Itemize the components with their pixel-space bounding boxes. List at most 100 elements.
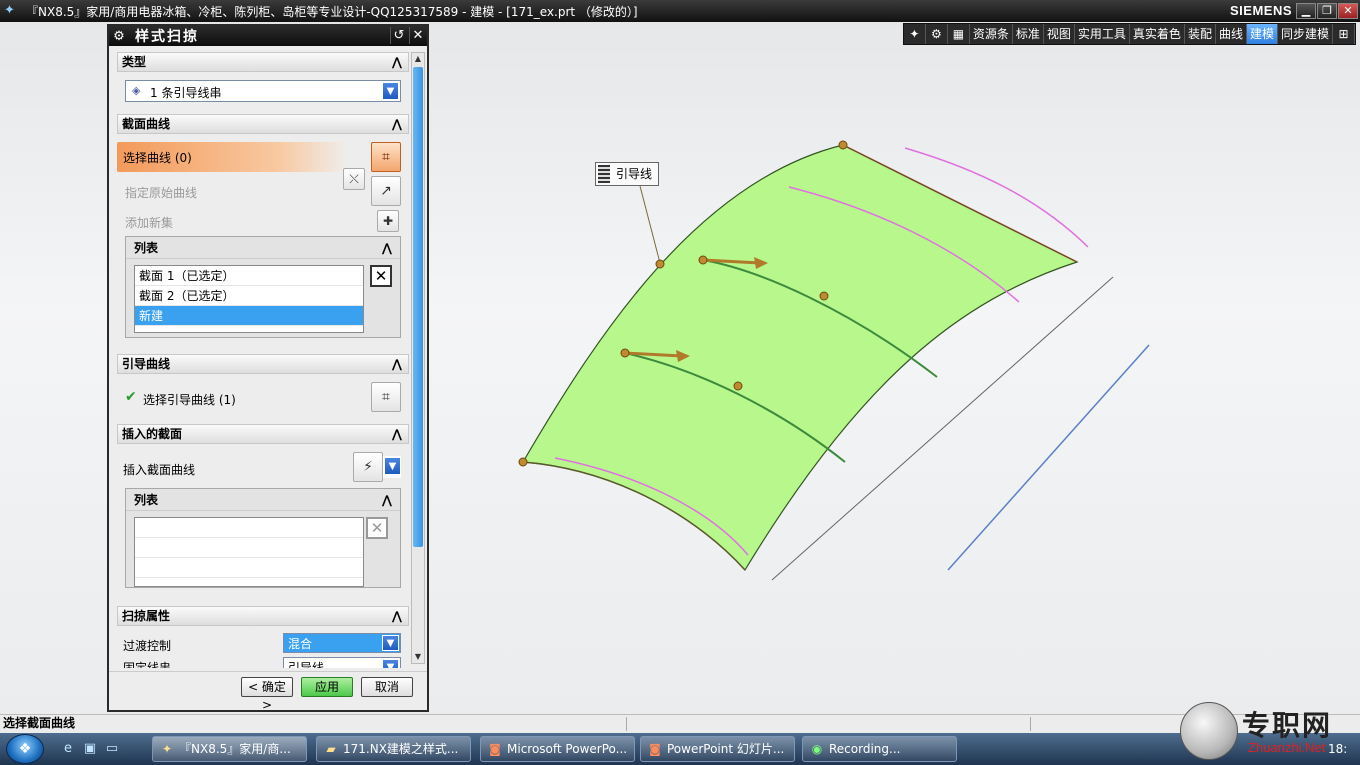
ie-icon[interactable]: e: [60, 741, 76, 757]
network-icon[interactable]: ▣: [82, 741, 98, 757]
nx-app-icon: ✦: [4, 3, 15, 18]
ribbon-tab-standard[interactable]: 标准: [1013, 24, 1044, 44]
tooltip-text: 引导线: [616, 167, 653, 181]
remove-inserted-icon[interactable]: ✕: [366, 517, 388, 539]
new-item-label: 新建: [139, 309, 164, 323]
collapse-caret-icon[interactable]: ⋀: [392, 115, 402, 133]
status-divider: [1030, 717, 1031, 731]
specify-original-curve-label: 指定原始曲线: [125, 186, 198, 200]
nx-logo-icon[interactable]: ✦: [904, 24, 926, 44]
ok-button[interactable]: < 确定 >: [241, 677, 293, 712]
task-label: 『NX8.5』家用/商...: [179, 742, 291, 756]
chevron-down-icon[interactable]: ▼: [384, 457, 401, 475]
task-recording[interactable]: ◉ Recording...: [802, 736, 957, 762]
insert-curve-icon[interactable]: ⚡: [353, 452, 383, 482]
collapse-caret-icon[interactable]: ⋀: [392, 53, 402, 71]
task-powerpoint[interactable]: ◙ Microsoft PowerPo...: [480, 736, 635, 762]
close-icon[interactable]: ✕: [409, 27, 426, 44]
swept-surface: [522, 144, 1079, 572]
list-item-new[interactable]: 新建: [135, 306, 363, 326]
section-title: 引导曲线: [122, 357, 171, 371]
dialog-titlebar[interactable]: ⚙ 样式扫掠 ↺ ✕: [109, 26, 427, 46]
status-divider: [626, 717, 627, 731]
desktop-icon[interactable]: ▭: [104, 741, 120, 757]
control-point: [620, 348, 630, 358]
chevron-down-icon[interactable]: ▼: [382, 82, 399, 100]
task-label: 171.NX建模之样式...: [343, 742, 459, 756]
dialog-title: 样式扫掠: [135, 29, 199, 45]
ribbon-tab-assembly[interactable]: 装配: [1185, 24, 1216, 44]
transition-control-combo[interactable]: 混合 ▼: [283, 633, 401, 653]
task-nx[interactable]: ✦ 『NX8.5』家用/商...: [152, 736, 307, 762]
control-point: [733, 381, 743, 391]
close-window-button[interactable]: ✕: [1338, 3, 1358, 19]
type-combo[interactable]: ◈ 1 条引导线串 ▼: [125, 80, 401, 102]
gear-icon[interactable]: ⚙: [926, 24, 948, 44]
list-item-empty[interactable]: [135, 558, 363, 578]
dialog-settings-icon[interactable]: ⚙: [109, 29, 129, 44]
chevron-down-icon[interactable]: ▼: [382, 659, 399, 668]
remove-section-icon[interactable]: ✕: [370, 265, 392, 287]
task-folder[interactable]: ▰ 171.NX建模之样式...: [316, 736, 471, 762]
list-header[interactable]: 列表 ⋀: [126, 237, 400, 259]
list-item[interactable]: 截面 2（已选定）: [135, 286, 363, 306]
restore-button[interactable]: ❐: [1317, 3, 1337, 19]
section-header-section-curves[interactable]: 截面曲线 ⋀: [117, 114, 409, 134]
ribbon-tab-resource[interactable]: 资源条: [970, 24, 1013, 44]
inserted-listbox[interactable]: [134, 517, 364, 587]
list-item[interactable]: 截面 1（已选定）: [135, 266, 363, 286]
collapse-caret-icon[interactable]: ⋀: [382, 489, 392, 511]
taskbar-clock: 18:: [1328, 742, 1348, 756]
graphics-viewport[interactable]: [430, 46, 1360, 714]
section-header-type[interactable]: 类型 ⋀: [117, 52, 409, 72]
collapse-caret-icon[interactable]: ⋀: [392, 425, 402, 443]
section-header-sweep-properties[interactable]: 扫掠属性 ⋀: [117, 606, 409, 626]
deselect-icon[interactable]: ⤬: [343, 168, 365, 190]
insert-curve-dropdown[interactable]: ▼: [383, 456, 401, 478]
dialog-scrollbar[interactable]: ▲ ▼: [411, 52, 425, 664]
scroll-thumb[interactable]: [413, 67, 423, 547]
section-header-guide-curves[interactable]: 引导曲线 ⋀: [117, 354, 409, 374]
cancel-button[interactable]: 取消: [361, 677, 413, 697]
styled-sweep-dialog: ⚙ 样式扫掠 ↺ ✕ 类型 ⋀ ◈ 1 条引导线串 ▼ 截面曲线 ⋀ 选择曲线 …: [107, 24, 429, 712]
list-title: 列表: [134, 493, 159, 507]
curve-selection-icon[interactable]: ⌗: [371, 142, 401, 172]
ribbon-tab-view[interactable]: 视图: [1044, 24, 1075, 44]
control-point: [518, 457, 528, 467]
ribbon-tab-sync-modeling[interactable]: 同步建模: [1278, 24, 1333, 44]
grid-icon[interactable]: ▦: [948, 24, 970, 44]
list-item-empty[interactable]: [135, 518, 363, 538]
start-button[interactable]: ❖: [6, 734, 44, 764]
command-finder-icon[interactable]: ⊞: [1333, 24, 1355, 44]
section-title: 插入的截面: [122, 427, 183, 441]
original-curve-icon[interactable]: ↗: [371, 176, 401, 206]
ribbon-tab-modeling[interactable]: 建模: [1246, 24, 1278, 44]
task-slideshow[interactable]: ◙ PowerPoint 幻灯片...: [640, 736, 795, 762]
list-item-empty[interactable]: [135, 538, 363, 558]
collapse-caret-icon[interactable]: ⋀: [392, 355, 402, 373]
add-set-icon[interactable]: ✚: [377, 210, 399, 232]
collapse-caret-icon[interactable]: ⋀: [382, 237, 392, 259]
chevron-down-icon[interactable]: ▼: [382, 635, 399, 651]
fixed-string-combo[interactable]: 引导线 ▼: [283, 657, 401, 668]
select-curve-row[interactable]: 选择曲线 (0): [117, 142, 345, 172]
scroll-down-icon[interactable]: ▼: [412, 651, 424, 663]
ribbon-tab-utilities[interactable]: 实用工具: [1075, 24, 1130, 44]
insert-section-curve-label: 插入截面曲线: [123, 463, 196, 477]
section-header-inserted-sections[interactable]: 插入的截面 ⋀: [117, 424, 409, 444]
watermark-en: Zhuanzhi.Net: [1248, 740, 1326, 755]
section-title: 扫掠属性: [122, 609, 171, 623]
collapse-caret-icon[interactable]: ⋀: [392, 607, 402, 625]
guide-curve-selection-icon[interactable]: ⌗: [371, 382, 401, 412]
reset-icon[interactable]: ↺: [390, 27, 407, 44]
tooltip-leader: [639, 185, 661, 264]
ribbon-tab-curve[interactable]: 曲线: [1216, 24, 1247, 44]
transition-control-label: 过渡控制: [123, 639, 172, 653]
window-title: 『NX8.5』家用/商用电器冰箱、冷柜、陈列柜、岛柜等专业设计-QQ125317…: [26, 4, 638, 19]
scroll-up-icon[interactable]: ▲: [412, 53, 424, 65]
section-listbox[interactable]: 截面 1（已选定） 截面 2（已选定） 新建: [134, 265, 364, 333]
ribbon-tab-true-shading[interactable]: 真实着色: [1130, 24, 1185, 44]
apply-button[interactable]: 应用: [301, 677, 353, 697]
minimize-button[interactable]: ▁: [1296, 3, 1316, 19]
list-header[interactable]: 列表 ⋀: [126, 489, 400, 511]
